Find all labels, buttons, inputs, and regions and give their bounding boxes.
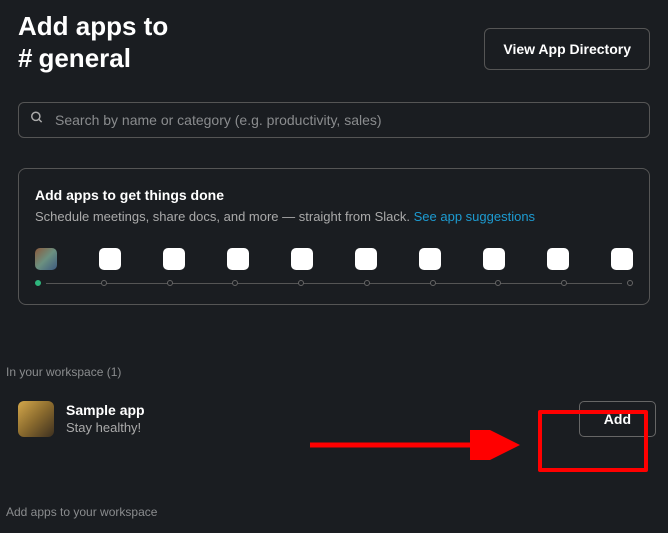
search-icon — [30, 110, 44, 129]
suggested-app-4[interactable] — [227, 248, 249, 270]
workspace-section-label: In your workspace (1) — [0, 305, 668, 379]
search-input[interactable] — [18, 102, 650, 138]
carousel-dot-5[interactable] — [298, 280, 304, 286]
carousel-dot-1[interactable] — [35, 280, 41, 286]
sample-app-icon — [18, 401, 54, 437]
carousel-dot-10[interactable] — [627, 280, 633, 286]
search-container — [18, 102, 650, 138]
promo-subtitle: Schedule meetings, share docs, and more … — [35, 209, 633, 224]
add-button[interactable]: Add — [579, 401, 656, 437]
carousel-dot-9[interactable] — [561, 280, 567, 286]
page-title-channel: # general — [18, 43, 168, 74]
carousel-dot-3[interactable] — [167, 280, 173, 286]
carousel-dots — [35, 280, 633, 286]
app-description: Stay healthy! — [66, 420, 567, 435]
carousel-dot-6[interactable] — [364, 280, 370, 286]
promo-card: Add apps to get things done Schedule mee… — [18, 168, 650, 305]
suggested-app-3[interactable] — [163, 248, 185, 270]
carousel-dot-2[interactable] — [101, 280, 107, 286]
suggested-app-5[interactable] — [291, 248, 313, 270]
suggested-app-10[interactable] — [611, 248, 633, 270]
suggested-app-1[interactable] — [35, 248, 57, 270]
app-suggestions-row — [35, 248, 633, 270]
suggested-app-8[interactable] — [483, 248, 505, 270]
app-list-item: Sample app Stay healthy! Add — [0, 401, 668, 437]
carousel-dot-7[interactable] — [430, 280, 436, 286]
promo-title: Add apps to get things done — [35, 187, 633, 203]
footer-section-label: Add apps to your workspace — [6, 505, 157, 519]
carousel-dot-4[interactable] — [232, 280, 238, 286]
view-app-directory-button[interactable]: View App Directory — [484, 28, 650, 70]
carousel-dot-8[interactable] — [495, 280, 501, 286]
suggested-app-2[interactable] — [99, 248, 121, 270]
hash-icon: # — [18, 43, 32, 74]
see-suggestions-link[interactable]: See app suggestions — [414, 209, 535, 224]
suggested-app-6[interactable] — [355, 248, 377, 270]
suggested-app-7[interactable] — [419, 248, 441, 270]
app-name: Sample app — [66, 402, 567, 418]
suggested-app-9[interactable] — [547, 248, 569, 270]
page-title-line1: Add apps to — [18, 10, 168, 43]
